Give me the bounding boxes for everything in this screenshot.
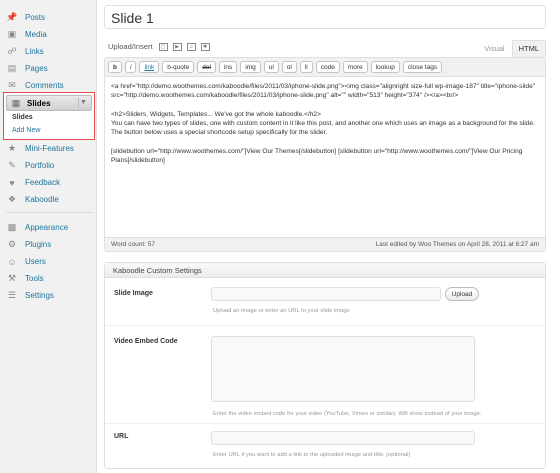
sidebar-item-kaboodle[interactable]: ❖ Kaboodle: [6, 192, 94, 207]
add-video-icon[interactable]: ▶: [172, 42, 182, 51]
qt-code-button[interactable]: code: [315, 61, 340, 73]
sidebar-item-slides[interactable]: ▦ Slides ▼: [6, 95, 92, 111]
post-title-input[interactable]: Slide 1: [104, 5, 546, 29]
sidebar-item-comments[interactable]: ✉ Comments: [6, 78, 94, 93]
sidebar-item-appearance[interactable]: ▩ Appearance: [6, 220, 94, 235]
upload-insert-bar: Upload/Insert ▢ ▶ ♫ ✱: [108, 42, 215, 51]
sidebar-item-pages[interactable]: ▤ Pages: [6, 61, 94, 76]
admin-sidebar: 📌 Posts ▣ Media ☍ Links ▤ Pages ✉ Commen…: [0, 0, 97, 473]
mini-features-icon: ★: [7, 143, 17, 153]
comments-icon: ✉: [8, 80, 16, 90]
kaboodle-icon: ❖: [7, 194, 17, 204]
qt-lookup-button[interactable]: lookup: [370, 61, 400, 73]
upload-button[interactable]: Upload: [445, 287, 479, 301]
qt-bold-button[interactable]: b: [108, 61, 122, 73]
video-embed-help: Enter the video embed code for your vide…: [213, 411, 482, 417]
video-embed-textarea[interactable]: [211, 336, 475, 402]
sidebar-item-posts[interactable]: 📌 Posts: [6, 10, 94, 25]
qt-img-button[interactable]: img: [240, 61, 261, 73]
word-count: Word count: 57: [111, 241, 155, 248]
qt-bquote-button[interactable]: b-quote: [162, 61, 195, 73]
qt-more-button[interactable]: more: [342, 61, 368, 73]
feedback-icon: ♥: [9, 177, 15, 188]
qt-close-tags-button[interactable]: close tags: [402, 61, 443, 73]
add-audio-icon[interactable]: ♫: [186, 42, 196, 51]
submenu-slides[interactable]: Slides: [12, 114, 33, 121]
link-icon: ☍: [7, 46, 17, 56]
qt-ins-button[interactable]: ins: [218, 61, 238, 73]
pages-icon: ▤: [7, 63, 17, 73]
slide-image-help: Upload an image or enter an URL to your …: [213, 308, 350, 314]
qt-ul-button[interactable]: ul: [263, 61, 279, 73]
portfolio-icon: ✎: [8, 160, 16, 170]
sidebar-item-portfolio[interactable]: ✎ Portfolio: [6, 158, 94, 173]
add-media-icon[interactable]: ✱: [200, 42, 210, 51]
slide-image-input[interactable]: [211, 287, 441, 301]
editor-paragraph: <h2>Sliders, Widgets, Templates... We've…: [111, 110, 535, 137]
users-icon: ☺: [7, 256, 17, 267]
quicktags-toolbar: b i link b-quote del ins img ul ol li co…: [105, 58, 545, 77]
qt-italic-button[interactable]: i: [124, 61, 137, 73]
kaboodle-settings-box: Kaboodle Custom Settings Slide Image Upl…: [104, 262, 546, 469]
meta-box-title[interactable]: Kaboodle Custom Settings: [105, 263, 545, 278]
last-edited: Last edited by Woo Themes on April 28, 2…: [375, 241, 539, 248]
slides-icon: ▦: [11, 97, 21, 108]
url-help: Enter URL if you want to add a link to t…: [213, 452, 411, 458]
sidebar-item-settings[interactable]: ☰ Settings: [6, 288, 94, 303]
qt-del-button[interactable]: del: [197, 61, 216, 73]
html-editor: b i link b-quote del ins img ul ol li co…: [104, 57, 546, 252]
add-image-icon[interactable]: ▢: [158, 42, 168, 51]
appearance-icon: ▩: [7, 222, 17, 232]
row-divider: [105, 423, 545, 424]
submenu-add-new[interactable]: Add New: [12, 127, 40, 134]
sidebar-item-users[interactable]: ☺ Users: [6, 254, 94, 269]
tab-html[interactable]: HTML: [511, 40, 546, 57]
qt-li-button[interactable]: li: [299, 61, 313, 73]
sidebar-item-media[interactable]: ▣ Media: [6, 27, 94, 42]
qt-ol-button[interactable]: ol: [281, 61, 297, 73]
sidebar-separator: [6, 212, 94, 213]
tools-icon: ⚒: [7, 273, 17, 283]
sidebar-item-tools[interactable]: ⚒ Tools: [6, 271, 94, 286]
editor-paragraph: [slidebutton url="http://www.woothemes.c…: [111, 148, 523, 165]
url-input[interactable]: [211, 431, 475, 445]
url-label: URL: [114, 433, 129, 440]
plugins-icon: ⚙: [7, 239, 17, 249]
tab-visual[interactable]: Visual: [477, 40, 511, 57]
chevron-down-icon[interactable]: ▼: [78, 98, 88, 108]
sidebar-item-feedback[interactable]: ♥ Feedback: [6, 175, 94, 190]
row-divider: [105, 325, 545, 326]
slide-image-label: Slide Image: [114, 290, 153, 297]
settings-icon: ☰: [7, 290, 17, 300]
qt-link-button[interactable]: link: [139, 61, 160, 73]
editor-status-bar: Word count: 57 Last edited by Woo Themes…: [105, 237, 545, 251]
sidebar-item-plugins[interactable]: ⚙ Plugins: [6, 237, 94, 252]
video-embed-label: Video Embed Code: [114, 338, 178, 345]
editor-paragraph: <a href="http://demo.woothemes.com/kaboo…: [111, 83, 536, 100]
sidebar-item-links[interactable]: ☍ Links: [6, 44, 94, 59]
editor-tabs: Visual HTML: [477, 40, 546, 57]
editor-content-textarea[interactable]: <a href="http://demo.woothemes.com/kaboo…: [105, 77, 545, 180]
media-icon: ▣: [7, 29, 17, 39]
sidebar-item-mini-features[interactable]: ★ Mini-Features: [6, 141, 94, 156]
slides-menu-highlight: ▦ Slides ▼ Slides Add New: [3, 92, 95, 140]
pushpin-icon: 📌: [6, 12, 18, 22]
